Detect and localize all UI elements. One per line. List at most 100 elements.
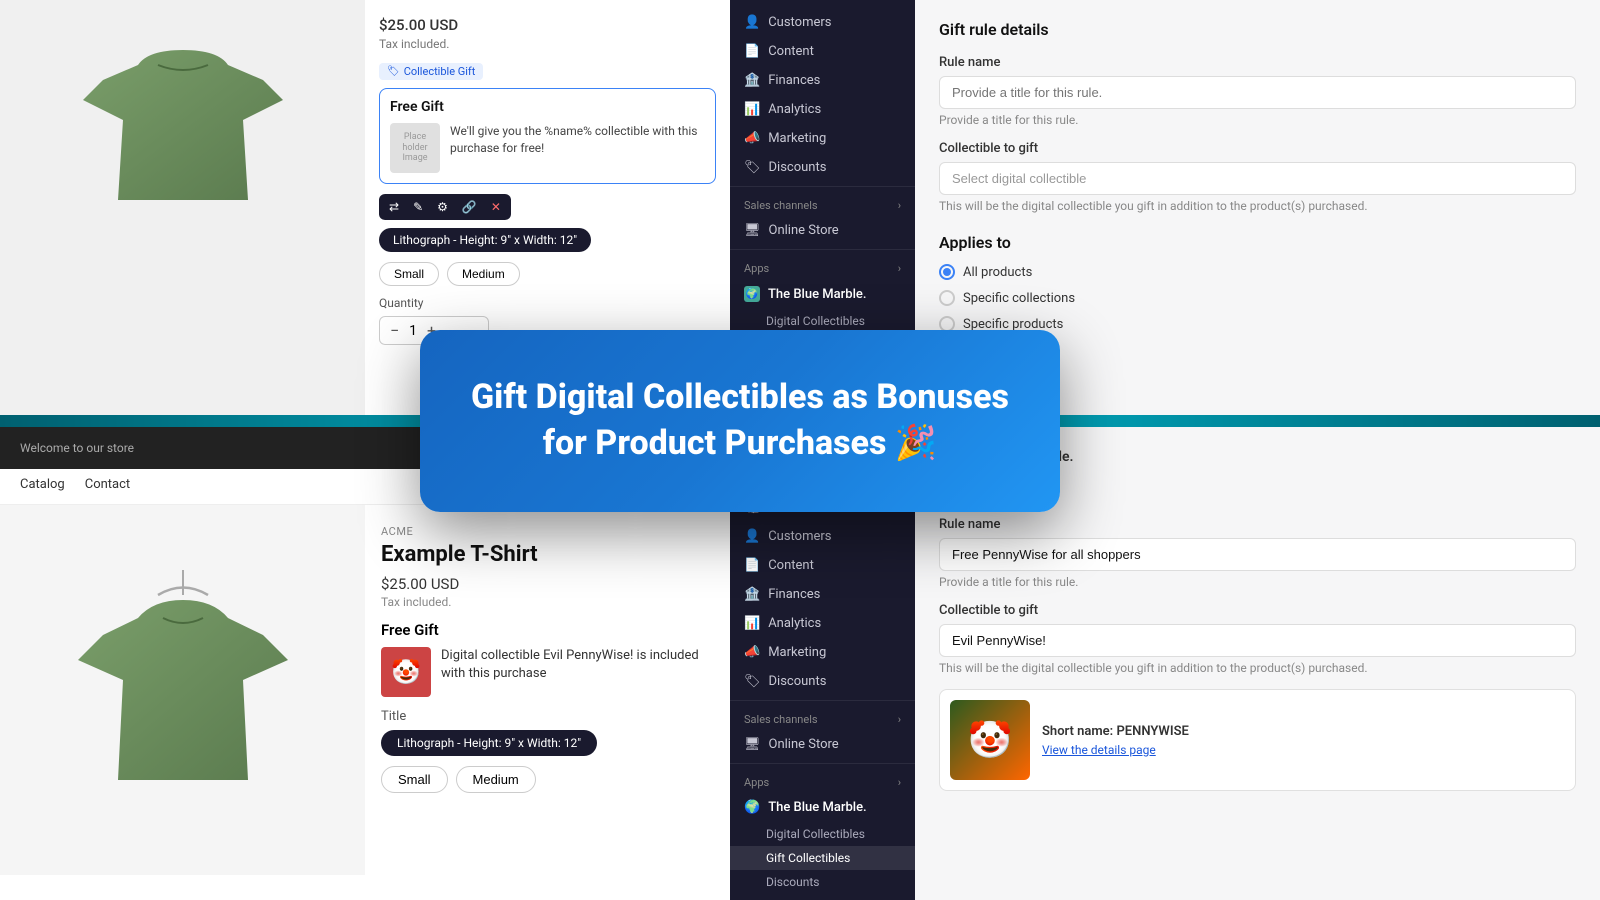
apps-header-bottom: Apps ›: [730, 768, 915, 793]
sub-gift-collectibles-bottom[interactable]: Gift Collectibles: [730, 846, 915, 870]
divider-bottom-1: [730, 700, 915, 701]
gift-rule-title-top: Gift rule details: [939, 20, 1576, 39]
banner-text: Gift Digital Collectibles as Bonuses for…: [470, 375, 1010, 467]
rule-name-input-top[interactable]: [939, 76, 1576, 109]
collectible-badge-text: Collectible Gift: [404, 65, 476, 78]
sales-channels-header: Sales channels ›: [730, 191, 915, 216]
nav-finances-bottom[interactable]: 🏦 Finances: [730, 580, 915, 609]
nav-marketing-bottom[interactable]: 📣 Marketing: [730, 638, 915, 667]
price-top: $25.00 USD: [379, 16, 716, 34]
rule-name-input-bottom[interactable]: [939, 538, 1576, 571]
sub-digital-collectibles-bottom[interactable]: Digital Collectibles: [730, 822, 915, 846]
divider-bottom-2: [730, 763, 915, 764]
tshirt-image-top: [53, 20, 313, 220]
toolbar-move[interactable]: ⇄: [385, 198, 403, 216]
divider-1: [730, 186, 915, 187]
product-price-bottom: $25.00 USD: [381, 575, 714, 593]
size-buttons-bottom: Small Medium: [381, 766, 714, 793]
toolbar-settings[interactable]: ⚙: [433, 198, 452, 216]
sales-channels-header-bottom: Sales channels ›: [730, 705, 915, 730]
nav-content-top[interactable]: 📄 Content: [730, 37, 915, 66]
collectible-label-bottom: Collectible to gift: [939, 603, 1576, 618]
free-gift-title: Free Gift: [390, 99, 705, 115]
quantity-label-top: Quantity: [379, 296, 716, 310]
gift-description: Digital collectible Evil PennyWise! is i…: [441, 647, 714, 683]
product-section-bottom: ACME Example T-Shirt $25.00 USD Tax incl…: [0, 505, 730, 875]
nav-app-bluemarble-top[interactable]: 🌍 The Blue Marble.: [730, 279, 915, 309]
pennywise-name: Short name: PENNYWISE: [1042, 724, 1189, 739]
nav-online-store-bottom[interactable]: 🖥 Online Store: [730, 730, 915, 759]
product-image-bottom: [0, 505, 365, 875]
radio-specific-collections[interactable]: Specific collections: [939, 290, 1576, 306]
title-field-label: Title: [381, 709, 714, 724]
free-gift-text-top: We'll give you the %name% collectible wi…: [450, 123, 705, 157]
banner-overlay: Gift Digital Collectibles as Bonuses for…: [420, 330, 1060, 512]
radio-all-products[interactable]: All products: [939, 264, 1576, 280]
nav-customers-bottom[interactable]: 👤 Customers: [730, 522, 915, 551]
collectible-input-bottom[interactable]: [939, 624, 1576, 657]
collectible-badge: 🏷 Collectible Gift: [379, 63, 483, 80]
qty-value-top: 1: [409, 323, 417, 339]
collectible-group-bottom: Collectible to gift This will be the dig…: [939, 603, 1576, 675]
product-title-bottom: Example T-Shirt: [381, 542, 714, 567]
divider-2: [730, 249, 915, 250]
nav-finances-top[interactable]: 🏦 Finances: [730, 66, 915, 95]
toolbar-delete[interactable]: ✕: [487, 198, 505, 216]
collectible-label-top: Collectible to gift: [939, 141, 1576, 156]
toolbar-edit[interactable]: ✎: [409, 198, 427, 216]
welcome-text: Welcome to our store: [20, 441, 134, 455]
nav-discounts-bottom[interactable]: 🏷 Discounts: [730, 667, 915, 696]
title-badge-dark-bottom: Lithograph - Height: 9" x Width: 12": [381, 730, 597, 756]
nav-analytics-top[interactable]: 📊 Analytics: [730, 95, 915, 124]
gift-image: 🤡: [381, 647, 431, 697]
nav-content-bottom[interactable]: 📄 Content: [730, 551, 915, 580]
nav-app-bluemarble-bottom[interactable]: 🌍 The Blue Marble.: [730, 793, 915, 822]
nav-marketing-top[interactable]: 📣 Marketing: [730, 124, 915, 153]
rule-name-hint-bottom: Provide a title for this rule.: [939, 575, 1576, 589]
image-toolbar[interactable]: ⇄ ✎ ⚙ 🔗 ✕: [379, 194, 511, 220]
qty-minus-top[interactable]: −: [390, 321, 399, 340]
rule-name-hint-top: Provide a title for this rule.: [939, 113, 1576, 127]
nav-catalog[interactable]: Catalog: [20, 477, 65, 496]
pennywise-info: Short name: PENNYWISE View the details p…: [1042, 724, 1189, 757]
pennywise-image: 🤡: [950, 700, 1030, 780]
tax-label-top: Tax included.: [379, 37, 716, 51]
free-gift-item: 🤡 Digital collectible Evil PennyWise! is…: [381, 647, 714, 697]
free-gift-section-bottom: Free Gift 🤡 Digital collectible Evil Pen…: [381, 621, 714, 697]
rule-name-group-top: Rule name Provide a title for this rule.: [939, 55, 1576, 127]
rule-name-label-bottom: Rule name: [939, 517, 1576, 532]
title-badge-dark: Lithograph - Height: 9" x Width: 12": [379, 228, 591, 252]
applies-to-title: Applies to: [939, 233, 1576, 252]
size-small-top[interactable]: Small: [379, 262, 439, 286]
product-image-area: [0, 0, 365, 420]
applies-to-section: Applies to All products Specific collect…: [939, 233, 1576, 332]
view-details-link[interactable]: View the details page: [1042, 743, 1189, 757]
size-medium-top[interactable]: Medium: [447, 262, 520, 286]
placeholder-image: PlaceholderImage: [390, 123, 440, 173]
product-info-bottom: ACME Example T-Shirt $25.00 USD Tax incl…: [365, 505, 730, 875]
nav-online-store-top[interactable]: 🖥 Online Store: [730, 216, 915, 245]
tshirt-image-bottom: [43, 550, 323, 830]
collectible-hint-bottom: This will be the digital collectible you…: [939, 661, 1576, 675]
size-small-bottom[interactable]: Small: [381, 766, 448, 793]
brand-label: ACME: [381, 525, 714, 538]
pennywise-card: 🤡 Short name: PENNYWISE View the details…: [939, 689, 1576, 791]
nav-analytics-bottom[interactable]: 📊 Analytics: [730, 609, 915, 638]
collectible-group-top: Collectible to gift Select digital colle…: [939, 141, 1576, 213]
radio-group-top: All products Specific collections Specif…: [939, 264, 1576, 332]
nav-discounts-top[interactable]: 🏷 Discounts: [730, 153, 915, 182]
sub-discounts-bottom[interactable]: Discounts: [730, 870, 915, 894]
size-buttons-top: Small Medium: [379, 262, 716, 286]
rule-name-group-bottom: Rule name Provide a title for this rule.: [939, 517, 1576, 589]
tax-note-bottom: Tax included.: [381, 595, 714, 609]
rule-name-label-top: Rule name: [939, 55, 1576, 70]
collectible-hint-top: This will be the digital collectible you…: [939, 199, 1576, 213]
collectible-select-top[interactable]: Select digital collectible: [939, 162, 1576, 195]
apps-header-top: Apps ›: [730, 254, 915, 279]
free-gift-popup: Free Gift PlaceholderImage We'll give yo…: [379, 88, 716, 184]
size-medium-bottom[interactable]: Medium: [456, 766, 536, 793]
nav-customers-top[interactable]: 👤 Customers: [730, 8, 915, 37]
nav-contact[interactable]: Contact: [85, 477, 130, 496]
toolbar-link[interactable]: 🔗: [458, 198, 481, 216]
free-gift-heading-bottom: Free Gift: [381, 621, 714, 639]
